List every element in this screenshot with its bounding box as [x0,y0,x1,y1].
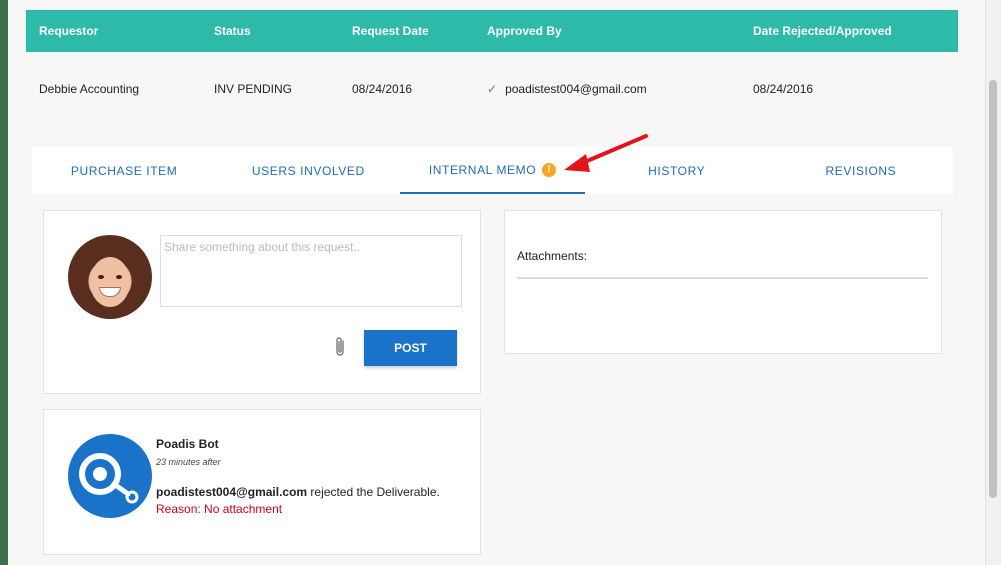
tab-purchase-item[interactable]: PURCHASE ITEM [32,147,216,194]
cell-requestor: Debbie Accounting [39,82,140,96]
share-input[interactable] [160,235,462,307]
tab-label: HISTORY [648,163,706,178]
user-avatar [68,235,152,319]
tab-label: REVISIONS [825,163,897,178]
avatar-face [90,257,130,307]
post-button[interactable]: POST [364,330,457,366]
header-requestor: Requestor [39,24,99,38]
cell-date-rejected-approved: 08/24/2016 [753,82,814,96]
scrollbar-thumb[interactable] [989,80,997,498]
tab-users-involved[interactable]: USERS INVOLVED [216,147,400,194]
feed-author: Poadis Bot [156,437,219,451]
warning-icon: ! [542,162,557,177]
cell-request-date: 08/24/2016 [352,82,413,96]
feed-action: rejected the Deliverable. [307,485,440,499]
scrollbar[interactable] [985,0,1001,565]
cell-approved-by: ✓ poadistest004@gmail.com [487,52,647,126]
cell-status: INV PENDING [214,82,293,96]
check-icon: ✓ [487,82,498,96]
feed-timestamp: 23 minutes after [156,457,221,467]
header-date-rejected-approved: Date Rejected/Approved [753,24,892,38]
composer-card: POST [43,210,481,394]
poadis-logo-icon [79,453,139,504]
paperclip-icon[interactable] [332,335,348,359]
header-approved-by: Approved By [487,24,562,38]
tab-label: USERS INVOLVED [251,163,365,178]
background-left [0,0,8,565]
feed-reason: Reason: No attachment [156,502,283,516]
bot-avatar [68,434,152,518]
tab-label: PURCHASE ITEM [70,163,178,178]
tab-bar: PURCHASE ITEM USERS INVOLVED INTERNAL ME… [32,147,953,194]
tab-label: INTERNAL MEMO [428,162,537,177]
avatar-eye [98,275,104,279]
feed-message: poadistest004@gmail.com rejected the Del… [156,485,440,499]
request-modal: Requestor Status Request Date Approved B… [8,0,985,565]
table-row: Debbie Accounting INV PENDING 08/24/2016… [26,52,958,126]
attachments-divider [517,277,928,279]
attachments-card: Attachments: [504,210,942,354]
table-header: Requestor Status Request Date Approved B… [26,10,958,52]
attachments-label: Attachments: [517,249,588,263]
approver-email: poadistest004@gmail.com [505,82,647,96]
memo-feed-item: Poadis Bot 23 minutes after poadistest00… [43,409,481,555]
header-status: Status [214,24,251,38]
tab-revisions[interactable]: REVISIONS [769,147,953,194]
tab-internal-memo[interactable]: INTERNAL MEMO ! [400,147,585,194]
feed-actor: poadistest004@gmail.com [156,485,308,499]
request-table: Requestor Status Request Date Approved B… [26,10,958,126]
header-request-date: Request Date [352,24,429,38]
avatar-eye [116,275,122,279]
annotation-arrow-icon [564,134,648,172]
